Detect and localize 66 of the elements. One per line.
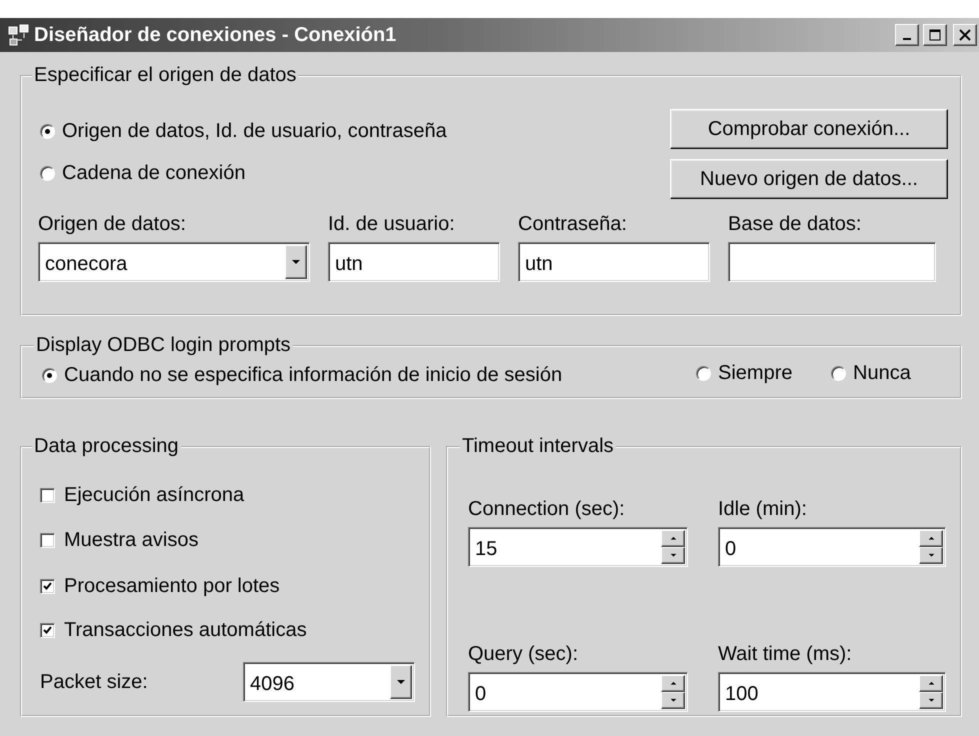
field-label: Base de datos: — [728, 213, 862, 236]
radio-icon[interactable] — [831, 366, 846, 380]
close-icon — [959, 29, 971, 41]
window-title: Diseñador de conexiones - Conexión1 — [34, 24, 398, 46]
down-arrow-icon — [670, 553, 676, 558]
radio-option[interactable]: Cuando no se especifica información de inicio de sesión — [42, 364, 562, 387]
maximize-icon — [929, 29, 941, 41]
radio-icon[interactable] — [40, 166, 55, 181]
field-label: Idle (min): — [718, 498, 808, 521]
field-label: Query (sec): — [468, 643, 580, 666]
text-field[interactable]: utn — [518, 242, 710, 282]
radio-icon[interactable] — [696, 366, 711, 380]
dialog-button[interactable]: Nuevo origen de datos... — [670, 159, 948, 199]
radio-option[interactable]: Origen de datos, Id. de usuario, contraseña — [40, 120, 447, 143]
down-arrow-icon — [670, 698, 676, 703]
field-label: Connection (sec): — [468, 498, 626, 521]
checkbox-icon[interactable] — [40, 488, 55, 503]
dialog-button[interactable]: Comprobar conexión... — [670, 109, 948, 149]
app-icon — [8, 24, 30, 46]
spin-down-button[interactable] — [919, 547, 943, 564]
spin-field[interactable]: 100 — [718, 672, 946, 712]
spin-up-button[interactable] — [661, 675, 685, 692]
field-label: Id. de usuario: — [328, 213, 456, 236]
spin-down-button[interactable] — [919, 692, 943, 709]
field-label: Origen de datos: — [38, 213, 187, 236]
field-label: Contraseña: — [518, 213, 628, 236]
text-field[interactable]: utn — [328, 242, 500, 282]
checkbox-icon[interactable] — [40, 533, 55, 548]
up-arrow-icon — [928, 681, 934, 686]
spin-down-button[interactable] — [661, 547, 685, 564]
spin-field[interactable]: 15 — [468, 527, 688, 567]
spin-field[interactable]: 0 — [468, 672, 688, 712]
down-arrow-icon — [928, 553, 934, 558]
checkbox-option[interactable]: Muestra avisos — [40, 529, 198, 552]
radio-icon[interactable] — [42, 368, 57, 383]
checkbox-icon[interactable] — [40, 579, 55, 594]
spin-up-button[interactable] — [919, 530, 943, 547]
radio-option[interactable]: Nunca — [831, 362, 911, 384]
checkbox-icon[interactable] — [40, 623, 55, 638]
radio-option[interactable]: Cadena de conexión — [40, 162, 246, 185]
close-button[interactable] — [953, 24, 977, 46]
text-field[interactable] — [728, 242, 936, 282]
dropdown-field[interactable]: conecora — [38, 242, 310, 282]
group-title: Display ODBC login prompts — [35, 334, 292, 357]
group-title: Especificar el origen de datos — [33, 64, 298, 87]
field-label: Wait time (ms): — [718, 643, 853, 666]
minimize-icon — [903, 38, 911, 40]
maximize-button[interactable] — [923, 24, 947, 46]
up-arrow-icon — [670, 536, 676, 541]
up-arrow-icon — [928, 536, 934, 541]
checkbox-option[interactable]: Transacciones automáticas — [40, 619, 307, 642]
minimize-button[interactable] — [895, 24, 919, 46]
down-arrow-icon — [928, 698, 934, 703]
spin-down-button[interactable] — [661, 692, 685, 709]
spin-up-button[interactable] — [661, 530, 685, 547]
spin-field[interactable]: 0 — [718, 527, 946, 567]
field-label: Packet size: — [40, 670, 148, 694]
checkbox-option[interactable]: Ejecución asíncrona — [40, 484, 244, 507]
spin-up-button[interactable] — [919, 675, 943, 692]
group-title: Timeout intervals — [461, 435, 615, 458]
group-title: Data processing — [33, 435, 180, 458]
up-arrow-icon — [670, 681, 676, 686]
dropdown-field[interactable]: 4096 — [243, 662, 415, 702]
checkbox-option[interactable]: Procesamiento por lotes — [40, 575, 280, 598]
radio-icon[interactable] — [40, 124, 55, 139]
radio-option[interactable]: Siempre — [696, 362, 792, 384]
